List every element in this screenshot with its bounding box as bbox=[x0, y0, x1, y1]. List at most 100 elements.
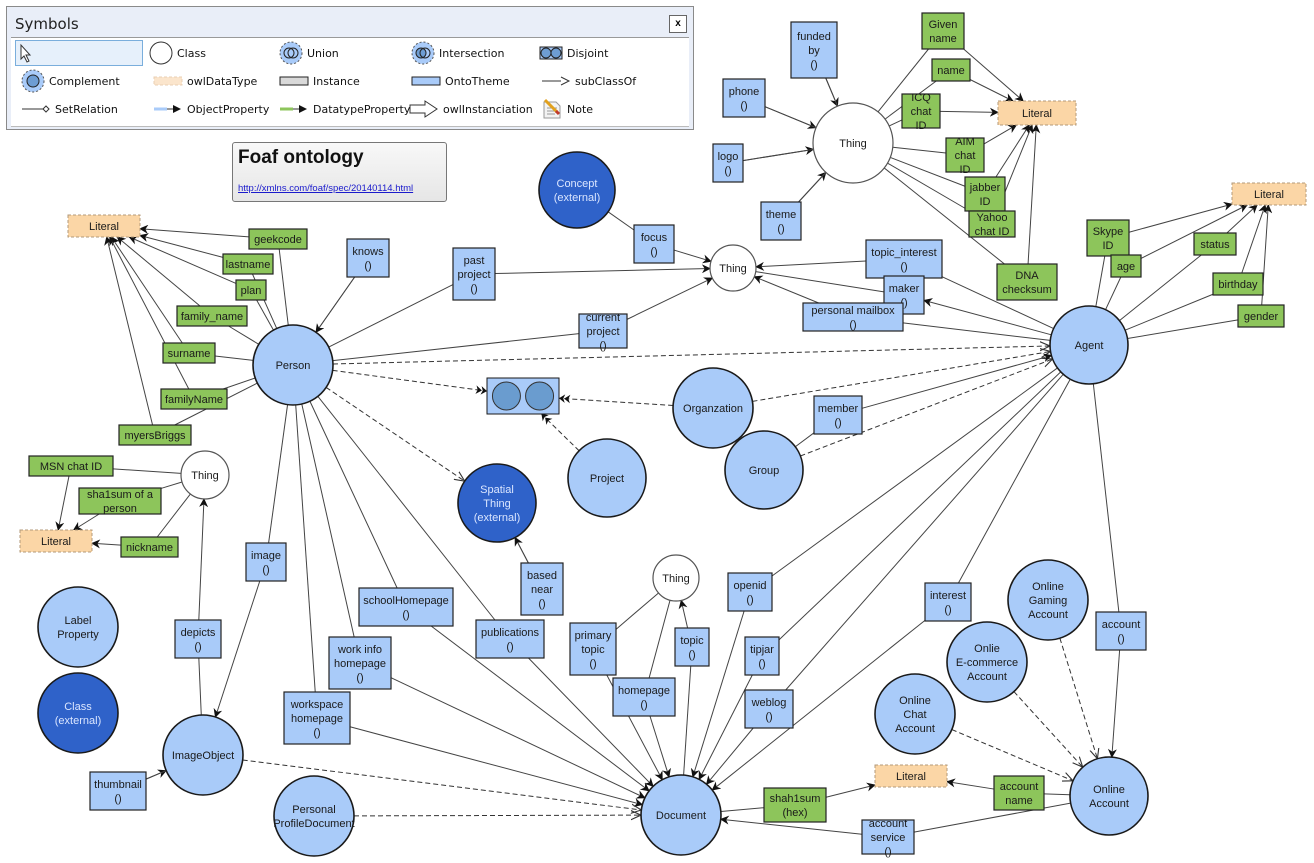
edge-image-to-image_object[interactable] bbox=[213, 580, 261, 718]
edge-person-to-workspace[interactable] bbox=[295, 404, 316, 693]
edge-icq-to-lit_top[interactable] bbox=[939, 107, 999, 117]
node-image-object[interactable]: ImageObject bbox=[162, 714, 244, 796]
node-online-account[interactable]: Online Account bbox=[1069, 756, 1149, 836]
property-account-name[interactable]: account name bbox=[993, 775, 1045, 811]
edge-agent-to-mailbox[interactable] bbox=[902, 322, 1051, 341]
edge-focus-to-thing_mid[interactable] bbox=[673, 249, 712, 264]
edge-surname-to-lit_left[interactable] bbox=[110, 236, 183, 344]
property-workspace[interactable]: workspace homepage () bbox=[283, 691, 351, 745]
disjoint-tool[interactable]: Disjoint bbox=[539, 40, 608, 66]
objectproperty-tool[interactable]: ObjectProperty bbox=[153, 96, 269, 122]
edge-thing_left-to-sha1sum_person[interactable] bbox=[160, 481, 183, 489]
node-thing-top[interactable]: Thing bbox=[812, 102, 894, 184]
edge-birthday-to-lit_right[interactable] bbox=[1241, 204, 1267, 274]
property-based-near[interactable]: based near () bbox=[520, 562, 564, 616]
edge-thing_doc-to-homepage[interactable] bbox=[648, 600, 671, 679]
node-thing-mid[interactable]: Thing bbox=[709, 244, 757, 292]
property-primary-topic[interactable]: primary topic () bbox=[569, 622, 617, 676]
node-lit-bottom[interactable]: Literal bbox=[874, 764, 948, 788]
node-lit-top[interactable]: Literal bbox=[997, 100, 1077, 126]
edge-agent-to-skype[interactable] bbox=[1095, 255, 1106, 307]
edge-agent-to-interest[interactable] bbox=[957, 378, 1071, 584]
edge-chat-to-online_account[interactable] bbox=[951, 729, 1073, 781]
edge-funded_by-to-thing_top[interactable] bbox=[825, 77, 838, 107]
edge-knows-to-person[interactable] bbox=[315, 276, 356, 333]
edge-thumbnail-to-image_object[interactable] bbox=[145, 770, 167, 780]
edge-person-to-image[interactable] bbox=[268, 404, 289, 544]
property-school-homepage[interactable]: schoolHomepage () bbox=[358, 587, 454, 627]
edge-agent-to-account[interactable] bbox=[1092, 383, 1120, 613]
ontology-spec-link[interactable]: http://xmlns.com/foaf/spec/20140114.html bbox=[238, 183, 413, 194]
edge-phone-to-thing_top[interactable] bbox=[764, 106, 817, 129]
property-name[interactable]: name bbox=[931, 58, 971, 82]
edge-nickname-to-lit_left2[interactable] bbox=[91, 539, 122, 549]
node-concept[interactable]: Concept (external) bbox=[538, 151, 616, 229]
edge-family_name-to-lit_left[interactable] bbox=[116, 236, 201, 307]
property-funded-by[interactable]: funded by () bbox=[790, 21, 838, 79]
edge-account_name-to-lit_bottom[interactable] bbox=[946, 778, 995, 790]
owldatatype-tool[interactable]: owlDataType bbox=[153, 68, 257, 94]
edge-project-to-disjoint[interactable] bbox=[541, 413, 580, 452]
property-account-service[interactable]: account service () bbox=[861, 818, 915, 858]
property-nickname[interactable]: nickname bbox=[120, 536, 179, 558]
edge-person-to-current_project[interactable] bbox=[332, 333, 580, 362]
edge-image_object-to-depicts[interactable] bbox=[198, 657, 202, 716]
property-publications[interactable]: publications () bbox=[475, 619, 545, 659]
edge-dna-to-lit_top[interactable] bbox=[1027, 124, 1041, 265]
property-past-project[interactable]: past project () bbox=[452, 247, 496, 301]
complement-tool[interactable]: Complement bbox=[21, 68, 120, 94]
node-group[interactable]: Group bbox=[724, 430, 804, 510]
node-ppd[interactable]: Personal ProfileDocument bbox=[273, 775, 355, 857]
edge-based_near-to-spatial[interactable] bbox=[514, 536, 529, 564]
property-sha1sum-person[interactable]: sha1sum of a person bbox=[78, 487, 162, 515]
property-theme[interactable]: theme () bbox=[760, 201, 802, 241]
property-depicts[interactable]: depicts () bbox=[174, 619, 222, 659]
property-icq[interactable]: ICQ chat ID bbox=[901, 92, 941, 132]
node-lit-right[interactable]: Literal bbox=[1231, 182, 1307, 206]
property-dna[interactable]: DNA checksum bbox=[996, 263, 1058, 301]
edge-person-to-surname[interactable] bbox=[214, 355, 254, 361]
edge-publications-to-document[interactable] bbox=[528, 657, 654, 787]
edge-thing_left-to-msn[interactable] bbox=[112, 468, 182, 474]
edge-theme-to-thing_top[interactable] bbox=[798, 172, 827, 203]
edge-thing_top-to-aim[interactable] bbox=[892, 146, 947, 154]
edge-person-to-geekcode[interactable] bbox=[278, 248, 289, 326]
property-current-project[interactable]: current project () bbox=[578, 312, 628, 352]
datatypeproperty-tool[interactable]: DatatypeProperty bbox=[279, 96, 410, 122]
property-logo[interactable]: logo () bbox=[712, 143, 744, 183]
close-button[interactable]: x bbox=[669, 15, 687, 33]
edge-organization-to-agent[interactable] bbox=[752, 351, 1050, 402]
edge-depicts-to-thing_left[interactable] bbox=[198, 498, 209, 621]
node-organization[interactable]: Organzation bbox=[672, 367, 754, 449]
node-project[interactable]: Project bbox=[567, 438, 647, 518]
edge-workspace-to-document[interactable] bbox=[349, 726, 644, 807]
node-lit-left[interactable]: Literal bbox=[67, 214, 141, 238]
edge-person-to-disjoint[interactable] bbox=[332, 369, 488, 395]
property-tipjar[interactable]: tipjar () bbox=[744, 636, 780, 676]
edge-agent-to-age[interactable] bbox=[1105, 276, 1122, 310]
edge-concept-to-focus[interactable] bbox=[607, 211, 635, 231]
edge-thing_left-to-nickname[interactable] bbox=[156, 493, 191, 538]
property-homepage[interactable]: homepage () bbox=[612, 677, 676, 717]
node-lit-left2[interactable]: Literal bbox=[19, 529, 93, 553]
property-work-info[interactable]: work info homepage () bbox=[328, 636, 392, 690]
edge-account-to-online_account[interactable] bbox=[1107, 649, 1121, 759]
property-gender[interactable]: gender bbox=[1237, 304, 1285, 328]
edge-ppd-to-document[interactable] bbox=[353, 815, 641, 816]
union-tool[interactable]: Union bbox=[279, 40, 339, 66]
edge-gaming-to-online_account[interactable] bbox=[1059, 638, 1098, 759]
node-gaming[interactable]: Online Gaming Account bbox=[1007, 559, 1089, 641]
edge-current_project-to-thing_mid[interactable] bbox=[626, 277, 714, 320]
note-tool[interactable]: Note bbox=[541, 96, 593, 122]
edge-name-to-lit_top[interactable] bbox=[969, 79, 1014, 102]
edge-topic-to-thing_doc[interactable] bbox=[678, 599, 689, 629]
property-msn[interactable]: MSN chat ID bbox=[28, 455, 114, 477]
edge-skype-to-lit_right[interactable] bbox=[1128, 201, 1233, 233]
setrelation-tool[interactable]: SetRelation bbox=[21, 96, 118, 122]
property-thumbnail[interactable]: thumbnail () bbox=[89, 771, 147, 811]
property-weblog[interactable]: weblog () bbox=[744, 689, 794, 729]
property-aim[interactable]: AIM chat ID bbox=[945, 136, 985, 176]
property-birthday[interactable]: birthday bbox=[1212, 272, 1264, 296]
intersection-tool[interactable]: Intersection bbox=[411, 40, 504, 66]
edge-online_account-to-account_service[interactable] bbox=[913, 802, 1071, 833]
